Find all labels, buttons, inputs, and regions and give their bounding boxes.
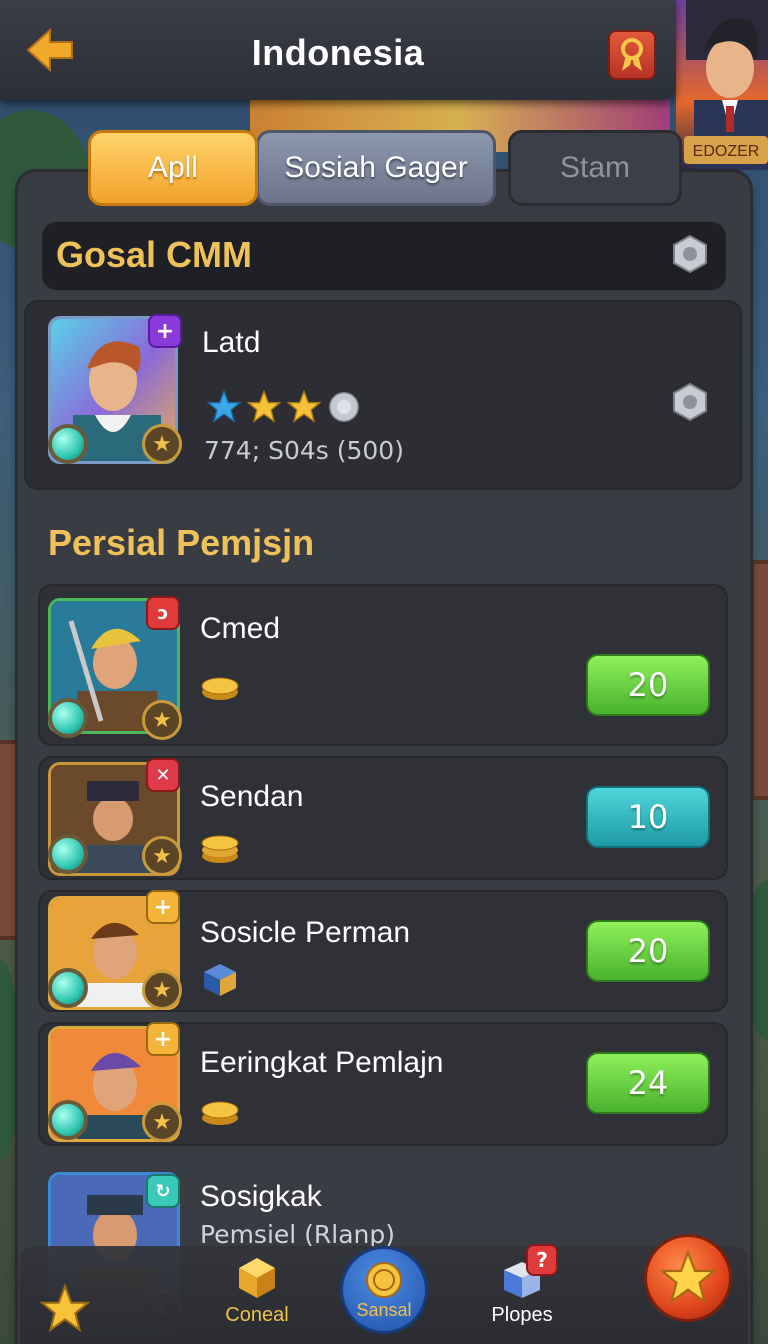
hero-portrait[interactable]: EDOZER <box>676 0 768 170</box>
nav-label: Sansal <box>356 1299 412 1320</box>
gold-star-icon[interactable] <box>39 1283 91 1334</box>
star-medal-icon: ★ <box>142 1102 182 1142</box>
notification-badge: ? <box>526 1244 558 1276</box>
global-title: Gosal CMM <box>56 234 253 275</box>
crate-icon <box>204 964 236 996</box>
star-medal-icon: ★ <box>142 700 182 740</box>
star-medal-icon: ★ <box>142 424 182 464</box>
gold-coin-icon <box>366 1261 402 1298</box>
nav-sansal[interactable]: Sansal <box>340 1246 428 1334</box>
gem-icon <box>48 968 88 1008</box>
refresh-badge-icon: ↻ <box>146 1174 180 1208</box>
background-tree <box>0 960 20 1160</box>
gem-icon <box>48 698 88 738</box>
tab-stam[interactable]: Stam <box>508 130 682 206</box>
gem-icon <box>48 1100 88 1140</box>
featured-name: Latd <box>202 326 261 359</box>
svg-text:EDOZER: EDOZER <box>693 143 760 160</box>
star-action-button[interactable] <box>644 1234 732 1322</box>
star-medal-icon: ★ <box>142 836 182 876</box>
reward-button[interactable]: 10 <box>586 786 710 848</box>
crossed-swords-badge-icon: ✕ <box>146 758 180 792</box>
reward-button[interactable]: 20 <box>586 654 710 716</box>
featured-stats: 774; S04s (500) <box>204 436 404 465</box>
row-name: Eeringkat Pemlajn <box>200 1046 444 1079</box>
row-name: Cmed <box>200 612 281 645</box>
plus-badge-icon: + <box>146 890 180 924</box>
blue-star-icon <box>206 390 242 423</box>
section-title: Persial Pemjsjn <box>48 522 315 563</box>
gem-icon <box>48 834 88 874</box>
silver-coin-icon <box>329 392 359 422</box>
gem-icon <box>48 424 88 464</box>
row-name: Sosigkak <box>200 1180 322 1213</box>
row-subtitle: Pemsiel (Rlanp) <box>200 1220 396 1249</box>
top-header: Indonesia <box>0 0 676 100</box>
coin-stack-icon <box>201 677 239 700</box>
tab-social[interactable]: Sosiah Gager <box>256 130 496 206</box>
gold-star-icon <box>246 390 282 423</box>
coin-stack-icon <box>201 1101 239 1125</box>
star-rating <box>206 390 362 424</box>
plus-badge-icon: + <box>146 1022 180 1056</box>
settings-hex-icon[interactable] <box>670 382 710 422</box>
nav-label: Coneal <box>225 1304 289 1326</box>
background-house <box>0 740 20 940</box>
star-medal-icon: ★ <box>142 970 182 1010</box>
coin-stack-icon <box>201 835 239 863</box>
cube-icon <box>239 1258 275 1298</box>
tab-all[interactable]: Apll <box>88 130 258 206</box>
tab-label: Apll <box>147 151 199 184</box>
tab-label: Stam <box>559 151 631 184</box>
dagger-badge-icon: ↄ <box>146 596 180 630</box>
reward-button[interactable]: 24 <box>586 1052 710 1114</box>
gold-star-icon <box>286 390 322 423</box>
background-house <box>750 560 768 800</box>
nav-label: Plopes <box>491 1304 553 1326</box>
row-name: Sendan <box>200 780 304 813</box>
row-name: Sosicle Perman <box>200 916 411 949</box>
reward-button[interactable]: 20 <box>586 920 710 982</box>
plus-badge-icon: + <box>148 314 182 348</box>
nav-coneal[interactable]: Coneal <box>222 1256 292 1327</box>
gold-star-icon <box>660 1250 716 1305</box>
award-ribbon-icon[interactable] <box>608 30 656 80</box>
tab-label: Sosiah Gager <box>284 151 468 184</box>
settings-hex-icon[interactable] <box>670 234 710 274</box>
page-title: Indonesia <box>251 32 425 73</box>
